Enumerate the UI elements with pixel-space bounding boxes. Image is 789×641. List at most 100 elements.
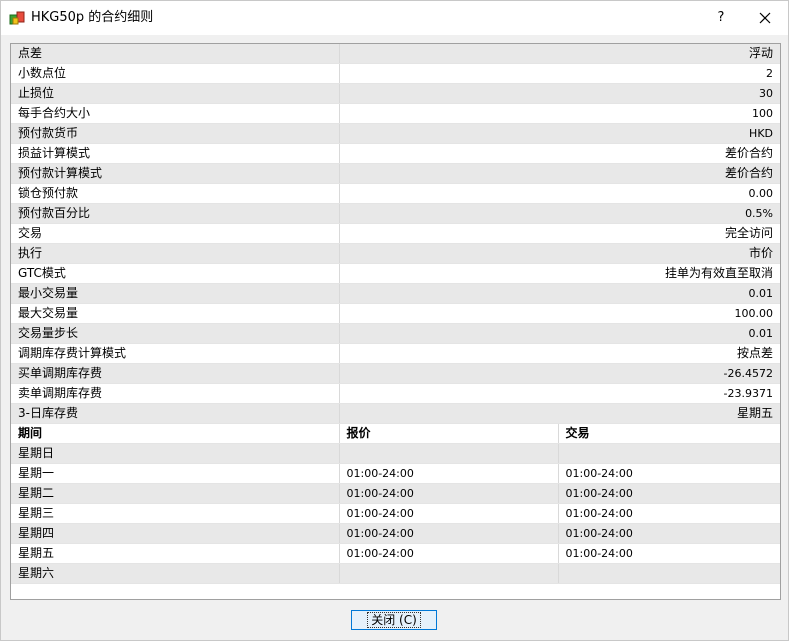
spec-value: 差价合约	[339, 163, 780, 184]
spec-row: 预付款计算模式 差价合约	[11, 163, 780, 184]
spec-row: 损益计算模式 差价合约	[11, 143, 780, 164]
session-quote	[339, 443, 559, 464]
spec-row: 3-日库存费 星期五	[11, 403, 780, 424]
session-day: 星期一	[11, 463, 340, 484]
spec-label: 预付款货币	[11, 123, 340, 144]
spec-label: 损益计算模式	[11, 143, 340, 164]
session-day: 星期六	[11, 563, 340, 584]
spec-value: 0.00	[339, 183, 780, 204]
session-day: 星期二	[11, 483, 340, 504]
spec-value: 0.01	[339, 323, 780, 344]
spec-value: 差价合约	[339, 143, 780, 164]
spec-row: 买单调期库存费 -26.4572	[11, 363, 780, 384]
spec-row: 预付款货币 HKD	[11, 123, 780, 144]
spec-value: 星期五	[339, 403, 780, 424]
session-trade: 01:00-24:00	[558, 463, 780, 484]
spec-value: 按点差	[339, 343, 780, 364]
spec-row: 止损位 30	[11, 83, 780, 104]
spec-row: 每手合约大小 100	[11, 103, 780, 124]
spec-label: 预付款百分比	[11, 203, 340, 224]
close-icon	[759, 12, 771, 24]
spec-label: 止损位	[11, 83, 340, 104]
session-quote	[339, 563, 559, 584]
spec-table: 点差 浮动 小数点位 2 止损位 30 每手合约大小 100 预付款货币 HKD 损益计算模式 差价合…	[11, 44, 780, 584]
spec-row: 最大交易量 100.00	[11, 303, 780, 324]
close-button[interactable]: 关闭 (C)	[351, 610, 437, 630]
spec-value: 100.00	[339, 303, 780, 324]
title-bar: HKG50p 的合约细则 ?	[1, 1, 788, 35]
spec-row: 执行 市价	[11, 243, 780, 264]
session-trade: 01:00-24:00	[558, 523, 780, 544]
session-day: 星期四	[11, 523, 340, 544]
session-day: 星期日	[11, 443, 340, 464]
session-row: 星期二 01:00-24:00 01:00-24:00	[11, 483, 780, 504]
contract-spec-dialog: HKG50p 的合约细则 ? 点差 浮动 小数点位 2 止损位 30 每手合约大小 100 预付…	[0, 0, 789, 641]
window-close-button[interactable]	[745, 5, 785, 31]
session-row: 星期五 01:00-24:00 01:00-24:00	[11, 543, 780, 564]
sessions-header-cell: 交易	[558, 423, 780, 444]
session-row: 星期六	[11, 563, 780, 584]
help-button[interactable]: ?	[701, 5, 741, 31]
spec-value: 0.01	[339, 283, 780, 304]
spec-label: 小数点位	[11, 63, 340, 84]
sessions-header-cell: 期间	[11, 423, 340, 444]
session-trade: 01:00-24:00	[558, 483, 780, 504]
window-title: HKG50p 的合约细则	[31, 10, 154, 25]
spec-row: 小数点位 2	[11, 63, 780, 84]
session-row: 星期一 01:00-24:00 01:00-24:00	[11, 463, 780, 484]
spec-label: 最小交易量	[11, 283, 340, 304]
spec-label: 每手合约大小	[11, 103, 340, 124]
spec-label: GTC模式	[11, 263, 340, 284]
spec-label: 交易	[11, 223, 340, 244]
session-day: 星期三	[11, 503, 340, 524]
spec-value: 挂单为有效直至取消	[339, 263, 780, 284]
session-row: 星期四 01:00-24:00 01:00-24:00	[11, 523, 780, 544]
spec-value: 市价	[339, 243, 780, 264]
spec-value: -26.4572	[339, 363, 780, 384]
session-trade	[558, 443, 780, 464]
spec-value: 100	[339, 103, 780, 124]
spec-row: 交易 完全访问	[11, 223, 780, 244]
spec-value: 30	[339, 83, 780, 104]
session-quote: 01:00-24:00	[339, 503, 559, 524]
spec-label: 执行	[11, 243, 340, 264]
spec-row: 点差 浮动	[11, 44, 780, 64]
spec-label: 锁仓预付款	[11, 183, 340, 204]
spec-label: 买单调期库存费	[11, 363, 340, 384]
spec-row: 调期库存费计算模式 按点差	[11, 343, 780, 364]
spec-label: 3-日库存费	[11, 403, 340, 424]
sessions-header-row: 期间 报价 交易	[11, 423, 780, 444]
session-quote: 01:00-24:00	[339, 523, 559, 544]
sessions-header-cell: 报价	[339, 423, 559, 444]
session-quote: 01:00-24:00	[339, 483, 559, 504]
spec-value: 2	[339, 63, 780, 84]
spec-value: -23.9371	[339, 383, 780, 404]
session-row: 星期三 01:00-24:00 01:00-24:00	[11, 503, 780, 524]
spec-label: 预付款计算模式	[11, 163, 340, 184]
spec-grid: 点差 浮动 小数点位 2 止损位 30 每手合约大小 100 预付款货币 HKD 损益计算模式 差价合…	[10, 43, 781, 600]
spec-label: 调期库存费计算模式	[11, 343, 340, 364]
session-quote: 01:00-24:00	[339, 543, 559, 564]
spec-value: 完全访问	[339, 223, 780, 244]
spec-row: GTC模式 挂单为有效直至取消	[11, 263, 780, 284]
spec-value: HKD	[339, 123, 780, 144]
spec-row: 锁仓预付款 0.00	[11, 183, 780, 204]
spec-row: 最小交易量 0.01	[11, 283, 780, 304]
session-trade: 01:00-24:00	[558, 503, 780, 524]
spec-label: 点差	[11, 44, 340, 64]
app-icon	[9, 10, 25, 26]
session-day: 星期五	[11, 543, 340, 564]
spec-row: 交易量步长 0.01	[11, 323, 780, 344]
session-trade	[558, 563, 780, 584]
spec-row: 卖单调期库存费 -23.9371	[11, 383, 780, 404]
spec-label: 最大交易量	[11, 303, 340, 324]
session-trade: 01:00-24:00	[558, 543, 780, 564]
spec-row: 预付款百分比 0.5%	[11, 203, 780, 224]
session-row: 星期日	[11, 443, 780, 464]
spec-label: 交易量步长	[11, 323, 340, 344]
spec-label: 卖单调期库存费	[11, 383, 340, 404]
spec-value: 浮动	[339, 44, 780, 64]
session-quote: 01:00-24:00	[339, 463, 559, 484]
spec-value: 0.5%	[339, 203, 780, 224]
close-button-label: 关闭 (C)	[367, 612, 421, 628]
